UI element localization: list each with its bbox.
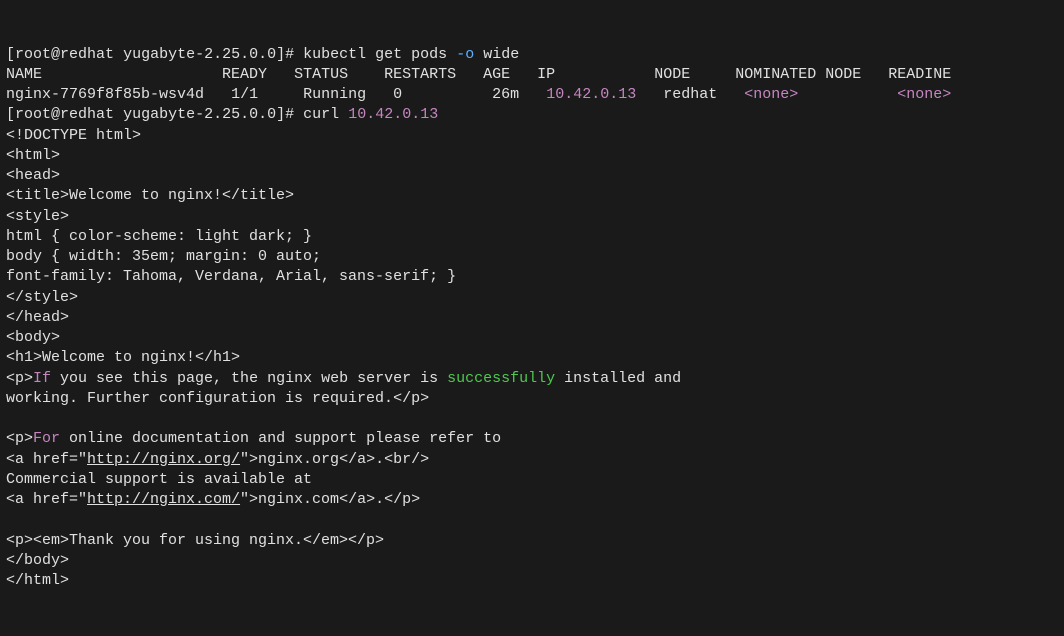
table-header: NAME READY STATUS RESTARTS AGE IP NODE N… <box>6 66 951 83</box>
terminal-output[interactable]: [root@redhat yugabyte-2.25.0.0]# kubectl… <box>6 46 951 590</box>
prompt-line-1: [root@redhat yugabyte-2.25.0.0]# kubectl… <box>6 46 519 63</box>
prompt-line-2: [root@redhat yugabyte-2.25.0.0]# curl 10… <box>6 106 438 123</box>
table-row: nginx-7769f8f85b-wsv4d 1/1 Running 0 26m… <box>6 86 951 103</box>
curl-output: <!DOCTYPE html> <html> <head> <title>Wel… <box>6 127 681 590</box>
